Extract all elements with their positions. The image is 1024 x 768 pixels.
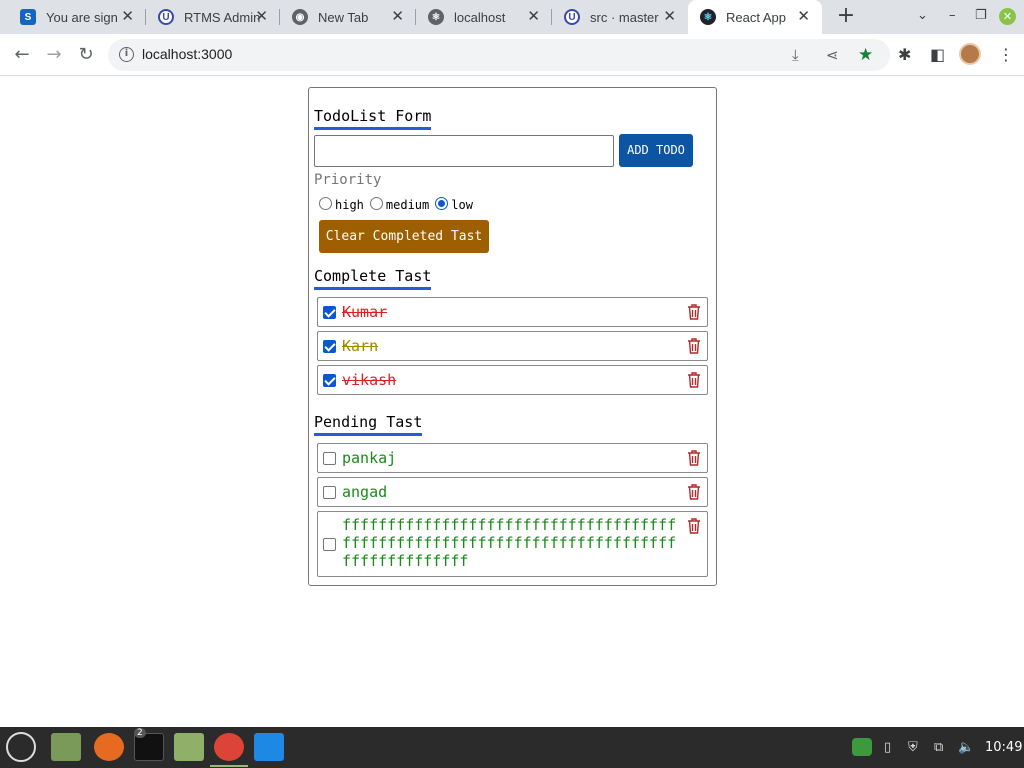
tab-title: New Tab bbox=[318, 9, 369, 25]
minimize-icon[interactable]: – bbox=[949, 8, 956, 24]
active-app-indicator bbox=[210, 765, 248, 767]
close-icon[interactable]: ✕ bbox=[121, 9, 134, 25]
priority-medium-radio[interactable] bbox=[369, 196, 383, 210]
firefox-icon[interactable] bbox=[94, 733, 124, 761]
address-bar[interactable]: i localhost:3000 ⤓ ⋖ ★ bbox=[108, 39, 890, 71]
todo-text: angad bbox=[342, 483, 388, 501]
form-title: TodoList Form bbox=[314, 106, 432, 130]
todo-text: Kumar bbox=[342, 303, 388, 321]
pending-section-title: Pending Tast bbox=[314, 412, 423, 436]
u-icon: U bbox=[158, 9, 174, 25]
vscode-icon[interactable] bbox=[254, 733, 284, 761]
new-tab-button[interactable]: + bbox=[834, 4, 858, 28]
pending-item: ffffffffffffffffffffffffffffffffffffffff… bbox=[317, 511, 708, 577]
share-icon[interactable]: ⋖ bbox=[826, 47, 839, 63]
window-close-icon[interactable]: ✕ bbox=[999, 8, 1016, 25]
tab-new-tab[interactable]: ◉ New Tab ✕ bbox=[280, 0, 416, 34]
todo-text: Karn bbox=[342, 337, 379, 355]
priority-radio-group: high medium low bbox=[319, 196, 479, 212]
network-icon[interactable]: ⧉ bbox=[934, 740, 943, 756]
restore-icon[interactable]: ❐ bbox=[975, 8, 987, 24]
browser-toolbar: ← → ↻ i localhost:3000 ⤓ ⋖ ★ ✱ ◧ ⋮ bbox=[0, 34, 1024, 76]
install-icon[interactable]: ⤓ bbox=[792, 47, 799, 63]
tab-title: React App bbox=[726, 9, 786, 25]
s-icon: S bbox=[20, 9, 36, 25]
react-icon: ⚛ bbox=[700, 9, 716, 25]
tab-rtms-admin[interactable]: U RTMS Admin ✕ bbox=[146, 0, 280, 34]
clear-completed-button[interactable]: Clear Completed Tast bbox=[319, 220, 489, 253]
completed-item: Kumar bbox=[317, 297, 708, 327]
chrome-taskbar-icon[interactable] bbox=[214, 733, 244, 761]
browser-tab-strip: S You are sign ✕ U RTMS Admin ✕ ◉ New Ta… bbox=[0, 0, 1024, 34]
completed-item: Karn bbox=[317, 331, 708, 361]
trash-icon[interactable] bbox=[687, 450, 701, 466]
tab-title: You are sign bbox=[46, 9, 118, 25]
close-icon[interactable]: ✕ bbox=[255, 9, 268, 25]
add-todo-button[interactable]: ADD TODO bbox=[619, 134, 693, 167]
completed-checkbox[interactable] bbox=[323, 340, 336, 353]
close-icon[interactable]: ✕ bbox=[391, 9, 404, 25]
priority-low-label: low bbox=[451, 198, 473, 212]
priority-medium-label: medium bbox=[385, 198, 430, 212]
priority-low-radio[interactable] bbox=[435, 196, 449, 210]
pending-checkbox[interactable] bbox=[323, 486, 336, 499]
tab-title: localhost bbox=[454, 9, 506, 25]
pending-item: angad bbox=[317, 477, 708, 507]
clock: 10:49 bbox=[985, 740, 1023, 755]
todo-text: pankaj bbox=[342, 449, 397, 467]
site-info-icon[interactable]: i bbox=[119, 47, 134, 62]
trash-icon[interactable] bbox=[687, 338, 701, 354]
url-text[interactable]: localhost:3000 bbox=[142, 46, 232, 62]
mint-menu-icon[interactable] bbox=[6, 732, 36, 762]
pending-item: pankaj bbox=[317, 443, 708, 473]
tab-src-master[interactable]: U src · master ✕ bbox=[552, 0, 688, 34]
avatar[interactable] bbox=[959, 43, 981, 65]
show-desktop-icon[interactable] bbox=[51, 733, 81, 761]
back-icon[interactable]: ← bbox=[10, 43, 34, 67]
extensions-icon[interactable]: ✱ bbox=[898, 46, 911, 64]
todo-card: TodoList Form ADD TODO Priority high med… bbox=[308, 87, 717, 586]
side-panel-icon[interactable]: ◧ bbox=[930, 46, 945, 64]
close-icon[interactable]: ✕ bbox=[797, 9, 810, 25]
tab-title: src · master bbox=[590, 9, 659, 25]
tab-search-icon[interactable]: ⌄ bbox=[917, 8, 928, 24]
priority-high-radio[interactable] bbox=[319, 196, 332, 210]
trash-icon[interactable] bbox=[687, 484, 701, 500]
trash-icon[interactable] bbox=[687, 518, 701, 534]
forward-icon[interactable]: → bbox=[42, 43, 66, 67]
todo-text: ffffffffffffffffffffffffffffffffffffffff… bbox=[342, 516, 677, 570]
trash-icon[interactable] bbox=[687, 372, 701, 388]
terminal-badge: 2 bbox=[134, 728, 146, 738]
chrome-icon: ◉ bbox=[292, 9, 308, 25]
close-icon[interactable]: ✕ bbox=[663, 9, 676, 25]
u-icon: U bbox=[564, 9, 580, 25]
priority-high-label: high bbox=[335, 198, 364, 212]
taskbar: 2 ▯ ⛨ ⧉ 🔈 10:49 bbox=[0, 727, 1024, 768]
menu-icon[interactable]: ⋮ bbox=[998, 46, 1014, 64]
files-icon[interactable] bbox=[174, 733, 204, 761]
todo-text: vikash bbox=[342, 371, 397, 389]
todo-input[interactable] bbox=[314, 135, 614, 167]
react-icon: ⚛ bbox=[428, 9, 444, 25]
trash-icon[interactable] bbox=[687, 304, 701, 320]
reload-icon[interactable]: ↻ bbox=[74, 43, 98, 67]
pending-checkbox[interactable] bbox=[323, 538, 336, 551]
clipboard-icon[interactable]: ▯ bbox=[884, 740, 891, 756]
completed-item: vikash bbox=[317, 365, 708, 395]
tab-localhost[interactable]: ⚛ localhost ✕ bbox=[416, 0, 552, 34]
completed-checkbox[interactable] bbox=[323, 374, 336, 387]
update-manager-icon[interactable] bbox=[852, 738, 872, 756]
tab-react-app[interactable]: ⚛ React App ✕ bbox=[688, 0, 822, 34]
tab-you-are-signed[interactable]: S You are sign ✕ bbox=[8, 0, 146, 34]
close-icon[interactable]: ✕ bbox=[527, 9, 540, 25]
volume-icon[interactable]: 🔈 bbox=[958, 740, 974, 756]
pending-checkbox[interactable] bbox=[323, 452, 336, 465]
tab-title: RTMS Admin bbox=[184, 9, 261, 25]
completed-checkbox[interactable] bbox=[323, 306, 336, 319]
shield-icon[interactable]: ⛨ bbox=[908, 740, 918, 756]
bookmark-star-icon[interactable]: ★ bbox=[858, 47, 873, 64]
complete-section-title: Complete Tast bbox=[314, 266, 432, 290]
priority-label: Priority bbox=[314, 172, 382, 188]
